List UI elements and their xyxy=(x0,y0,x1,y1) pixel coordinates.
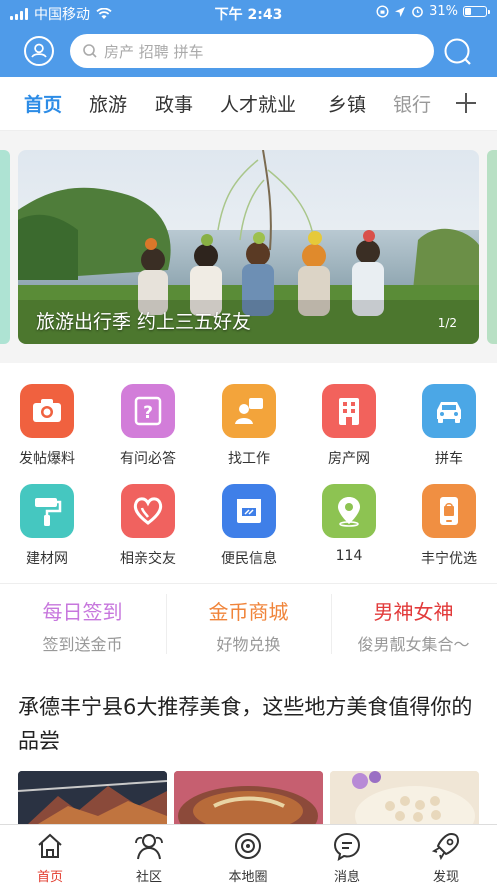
nav-home[interactable]: 首页 xyxy=(10,831,90,883)
tab-towns[interactable]: 乡镇 xyxy=(328,90,366,117)
grid-label: 找工作 xyxy=(228,451,270,467)
grid-item-services[interactable]: 便民信息 xyxy=(204,484,294,568)
article-thumbnail xyxy=(18,771,167,824)
nav-label: 本地圈 xyxy=(228,870,268,883)
community-icon xyxy=(135,834,163,860)
prev-banner-card[interactable] xyxy=(0,150,10,344)
orientation-lock-icon xyxy=(376,5,389,18)
banner-slide[interactable]: 旅游出行季 约上三五好友 1/2 xyxy=(18,150,479,344)
heart-icon xyxy=(121,484,175,538)
message-icon xyxy=(333,832,361,862)
feature-coin-mall[interactable]: 金币商城 好物兑换 xyxy=(166,596,331,655)
svg-text:?: ? xyxy=(143,403,153,423)
article-thumbnail xyxy=(330,771,479,824)
banner-title: 旅游出行季 约上三五好友 xyxy=(36,311,252,333)
store-icon xyxy=(222,484,276,538)
nav-label: 消息 xyxy=(333,870,360,883)
grid-label: 有问必答 xyxy=(120,451,176,467)
location-arrow-icon xyxy=(395,6,406,17)
local-circle-icon xyxy=(235,833,261,859)
nav-label: 发现 xyxy=(432,870,459,883)
grid-label: 114 xyxy=(335,548,363,564)
next-banner-card[interactable] xyxy=(487,150,497,344)
nav-community[interactable]: 社区 xyxy=(109,831,189,883)
grid-label: 拼车 xyxy=(435,451,463,467)
feature-title: 每日签到 xyxy=(42,600,123,624)
tab-bank[interactable]: 银行 xyxy=(393,90,431,117)
car-icon xyxy=(422,384,476,438)
alarm-icon xyxy=(412,6,423,18)
grid-label: 相亲交友 xyxy=(120,551,176,567)
nav-label: 首页 xyxy=(36,870,63,883)
add-tab-icon[interactable] xyxy=(454,91,478,115)
grid-item-114[interactable]: 114 xyxy=(304,484,394,564)
grid-label: 丰宁优选 xyxy=(421,551,477,567)
nav-local-circle[interactable]: 本地圈 xyxy=(208,831,288,883)
banner-carousel: 旅游出行季 约上三五好友 1/2 xyxy=(0,131,497,363)
nav-label: 社区 xyxy=(135,870,162,883)
feature-title: 金币商城 xyxy=(208,600,289,624)
feature-title: 男神女神 xyxy=(373,600,454,624)
grid-item-qa[interactable]: ? 有问必答 xyxy=(103,384,193,468)
grid-label: 发帖爆料 xyxy=(19,451,75,467)
tab-travel[interactable]: 旅游 xyxy=(89,90,127,117)
location-icon xyxy=(322,484,376,538)
search-input[interactable]: 房产 招聘 拼车 xyxy=(70,34,434,68)
rocket-icon xyxy=(431,832,460,861)
battery-percent: 31% xyxy=(429,4,458,19)
banner-page-indicator: 1/2 xyxy=(437,316,457,330)
status-bar: 中国移动 下午 2:43 31% xyxy=(0,0,497,26)
grid-label: 房产网 xyxy=(328,451,370,467)
grid-item-fengning-select[interactable]: 丰宁优选 xyxy=(404,484,494,568)
header-bar: 中国移动 下午 2:43 31% 房产 招聘 拼车 xyxy=(0,0,497,77)
nav-discover[interactable]: 发现 xyxy=(406,831,486,883)
nav-messages[interactable]: 消息 xyxy=(307,831,387,883)
service-grid: 发帖爆料 ? 有问必答 找工作 房产网 拼车 建材网 相亲交友 便民信息 114… xyxy=(0,363,497,583)
bottom-nav: 首页 社区 本地圈 消息 发现 xyxy=(0,824,497,883)
grid-label: 便民信息 xyxy=(221,551,277,567)
feature-checkin[interactable]: 每日签到 签到送金币 xyxy=(0,596,165,655)
tab-home[interactable]: 首页 xyxy=(24,90,62,117)
grid-item-jobs[interactable]: 找工作 xyxy=(204,384,294,468)
feature-subtitle: 签到送金币 xyxy=(42,635,123,654)
article-thumbnails[interactable] xyxy=(18,771,479,824)
grid-item-realestate[interactable]: 房产网 xyxy=(304,384,394,468)
battery-icon xyxy=(463,6,490,17)
tab-government[interactable]: 政事 xyxy=(155,90,193,117)
grid-item-post[interactable]: 发帖爆料 xyxy=(2,384,92,468)
search-placeholder: 房产 招聘 拼车 xyxy=(104,42,204,61)
category-tabs: 首页 旅游 政事 人才就业 乡镇 银行 xyxy=(0,77,497,131)
grid-label: 建材网 xyxy=(26,551,68,567)
phone-bag-icon xyxy=(422,484,476,538)
home-icon xyxy=(38,833,62,858)
tab-jobs[interactable]: 人才就业 xyxy=(220,90,296,117)
camera-icon xyxy=(20,384,74,438)
user-profile-icon[interactable] xyxy=(24,36,54,66)
article-thumbnail xyxy=(174,771,323,824)
grid-item-carpool[interactable]: 拼车 xyxy=(404,384,494,468)
article-title[interactable]: 承德丰宁县6大推荐美食，这些地方美食值得你的品尝 xyxy=(18,690,478,758)
grid-item-materials[interactable]: 建材网 xyxy=(2,484,92,568)
feature-row: 每日签到 签到送金币 金币商城 好物兑换 男神女神 俊男靓女集合～ xyxy=(0,583,497,663)
grid-item-dating[interactable]: 相亲交友 xyxy=(103,484,193,568)
search-icon xyxy=(83,44,97,58)
question-icon: ? xyxy=(121,384,175,438)
feature-subtitle: 好物兑换 xyxy=(216,635,281,654)
building-icon xyxy=(322,384,376,438)
feature-gods-goddesses[interactable]: 男神女神 俊男靓女集合～ xyxy=(331,596,496,655)
job-icon xyxy=(222,384,276,438)
paint-roller-icon xyxy=(20,484,74,538)
feature-subtitle: 俊男靓女集合～ xyxy=(357,635,470,654)
search-button-icon[interactable] xyxy=(442,36,474,68)
